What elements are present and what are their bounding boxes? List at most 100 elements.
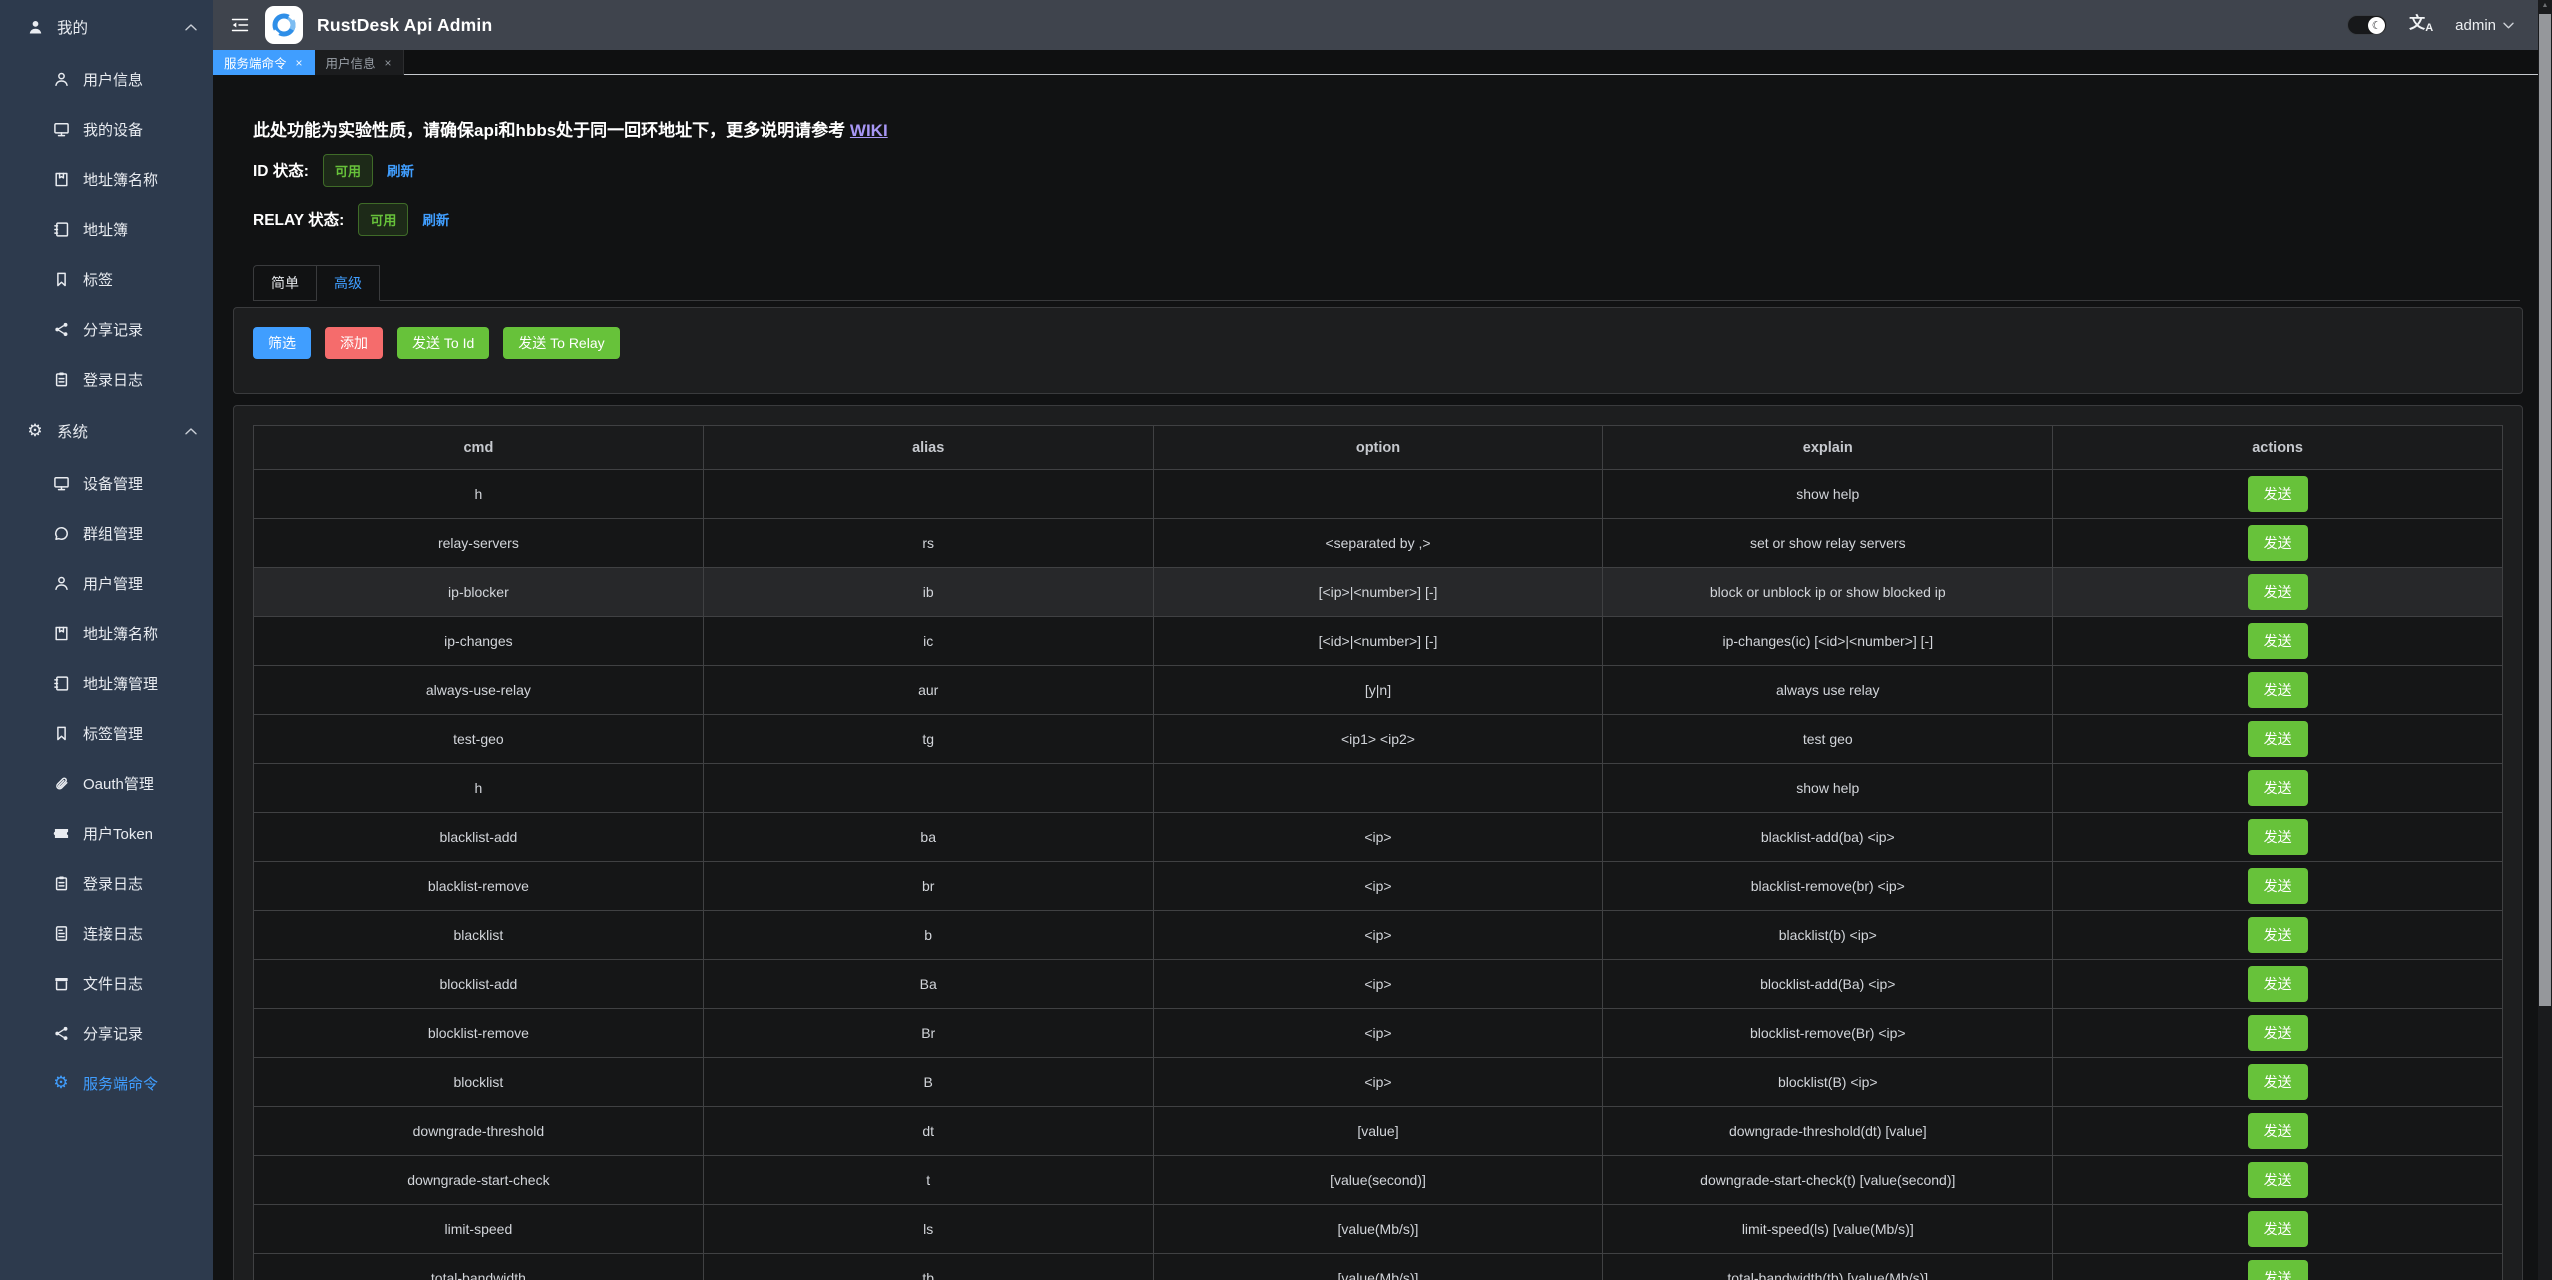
- cell-option: [value(Mb/s)]: [1153, 1254, 1603, 1280]
- sidebar-item[interactable]: 用户Token: [0, 808, 213, 858]
- user-icon: [52, 70, 70, 88]
- send-button[interactable]: 发送: [2248, 476, 2308, 512]
- sidebar-group-header[interactable]: ⚙系统: [0, 404, 213, 458]
- sidebar: 我的用户信息我的设备地址簿名称地址簿标签分享记录登录日志⚙系统设备管理群组管理用…: [0, 0, 213, 1280]
- sidebar-item[interactable]: 地址簿管理: [0, 658, 213, 708]
- column-header: option: [1153, 426, 1603, 470]
- cell-actions: 发送: [2053, 862, 2503, 911]
- sidebar-item-label: 标签: [83, 269, 113, 290]
- send-button[interactable]: 发送: [2248, 574, 2308, 610]
- send-button[interactable]: 发送: [2248, 1260, 2308, 1280]
- send-button[interactable]: 发送: [2248, 1162, 2308, 1198]
- scrollbar-thumb[interactable]: [2539, 14, 2551, 1006]
- sidebar-group-label: 系统: [57, 420, 88, 442]
- send-button[interactable]: 发送: [2248, 917, 2308, 953]
- toolbar-button[interactable]: 发送 To Relay: [503, 327, 619, 359]
- scroll-up-icon[interactable]: ▲: [2538, 2, 2552, 9]
- cell-cmd: h: [254, 764, 704, 813]
- sidebar-item[interactable]: 用户管理: [0, 558, 213, 608]
- chevron-up-icon[interactable]: [185, 18, 197, 36]
- sidebar-item[interactable]: 设备管理: [0, 458, 213, 508]
- notebook-icon: [52, 674, 70, 692]
- send-button[interactable]: 发送: [2248, 868, 2308, 904]
- send-button[interactable]: 发送: [2248, 623, 2308, 659]
- send-button[interactable]: 发送: [2248, 819, 2308, 855]
- id-refresh-link[interactable]: 刷新: [387, 160, 414, 180]
- cell-option: [y|n]: [1153, 666, 1603, 715]
- toolbar-button[interactable]: 添加: [325, 327, 383, 359]
- ticket-icon: [52, 824, 70, 842]
- sidebar-item[interactable]: 连接日志: [0, 908, 213, 958]
- rustdesk-logo: [265, 6, 303, 44]
- sidebar-item[interactable]: 文件日志: [0, 958, 213, 1008]
- send-button[interactable]: 发送: [2248, 1211, 2308, 1247]
- cell-explain: blocklist(B) <ip>: [1603, 1058, 2053, 1107]
- sidebar-item[interactable]: 用户信息: [0, 54, 213, 104]
- send-button[interactable]: 发送: [2248, 1015, 2308, 1051]
- sidebar-item[interactable]: 分享记录: [0, 1008, 213, 1058]
- dark-mode-toggle[interactable]: ☾: [2347, 15, 2387, 35]
- cell-alias: dt: [703, 1107, 1153, 1156]
- sidebar-item[interactable]: 地址簿名称: [0, 154, 213, 204]
- sidebar-item[interactable]: Oauth管理: [0, 758, 213, 808]
- cell-explain: blocklist-remove(Br) <ip>: [1603, 1009, 2053, 1058]
- sidebar-item[interactable]: 地址簿名称: [0, 608, 213, 658]
- user-fill-icon: [26, 18, 44, 36]
- page-scrollbar[interactable]: ▲: [2538, 0, 2552, 1280]
- main-content: 此处功能为实验性质，请确保api和hbbs处于同一回环地址下，更多说明请参考 W…: [213, 76, 2538, 1280]
- cell-actions: 发送: [2053, 813, 2503, 862]
- user-menu[interactable]: admin: [2455, 17, 2514, 34]
- sidebar-item[interactable]: 标签管理: [0, 708, 213, 758]
- mode-tab[interactable]: 高级: [317, 265, 380, 301]
- notice-text: 此处功能为实验性质，请确保api和hbbs处于同一回环地址下，更多说明请参考: [253, 121, 850, 140]
- cell-option: <ip>: [1153, 1009, 1603, 1058]
- send-button[interactable]: 发送: [2248, 721, 2308, 757]
- send-button[interactable]: 发送: [2248, 770, 2308, 806]
- cell-cmd: downgrade-threshold: [254, 1107, 704, 1156]
- sidebar-item[interactable]: ⚙服务端命令: [0, 1058, 213, 1108]
- mode-tab[interactable]: 简单: [253, 265, 317, 301]
- toolbar-button[interactable]: 发送 To Id: [397, 327, 489, 359]
- cell-alias: [703, 470, 1153, 519]
- send-button[interactable]: 发送: [2248, 672, 2308, 708]
- close-icon[interactable]: ×: [385, 56, 392, 70]
- sidebar-item[interactable]: 群组管理: [0, 508, 213, 558]
- cell-cmd: test-geo: [254, 715, 704, 764]
- table-row: blacklist-removebr<ip>blacklist-remove(b…: [254, 862, 2503, 911]
- toolbar-button[interactable]: 筛选: [253, 327, 311, 359]
- sidebar-item[interactable]: 登录日志: [0, 858, 213, 908]
- cell-option: <ip>: [1153, 1058, 1603, 1107]
- cell-cmd: limit-speed: [254, 1205, 704, 1254]
- cell-actions: 发送: [2053, 470, 2503, 519]
- cell-actions: 发送: [2053, 764, 2503, 813]
- sidebar-item[interactable]: 分享记录: [0, 304, 213, 354]
- table-row: blacklistb<ip>blacklist(b) <ip>发送: [254, 911, 2503, 960]
- send-button[interactable]: 发送: [2248, 1113, 2308, 1149]
- cell-option: [<id>|<number>] [-]: [1153, 617, 1603, 666]
- sidebar-item[interactable]: 地址簿: [0, 204, 213, 254]
- sidebar-item-label: 分享记录: [83, 319, 143, 340]
- cell-alias: [703, 764, 1153, 813]
- language-icon[interactable]: 文A: [2409, 16, 2433, 34]
- table-row: blocklist-addBa<ip>blocklist-add(Ba) <ip…: [254, 960, 2503, 1009]
- sidebar-group-header[interactable]: 我的: [0, 0, 213, 54]
- sidebar-item-label: 文件日志: [83, 973, 143, 994]
- column-header: explain: [1603, 426, 2053, 470]
- cell-option: [1153, 470, 1603, 519]
- chevron-up-icon[interactable]: [185, 422, 197, 440]
- cell-actions: 发送: [2053, 568, 2503, 617]
- cell-option: <ip>: [1153, 911, 1603, 960]
- sidebar-item[interactable]: 登录日志: [0, 354, 213, 404]
- window-tab[interactable]: 服务端命令×: [213, 50, 315, 75]
- send-button[interactable]: 发送: [2248, 966, 2308, 1002]
- cell-actions: 发送: [2053, 715, 2503, 764]
- window-tab[interactable]: 用户信息×: [315, 50, 404, 75]
- close-icon[interactable]: ×: [296, 56, 303, 70]
- send-button[interactable]: 发送: [2248, 1064, 2308, 1100]
- wiki-link[interactable]: WIKI: [850, 121, 888, 140]
- sidebar-item[interactable]: 我的设备: [0, 104, 213, 154]
- sidebar-collapse-icon[interactable]: [225, 10, 255, 40]
- send-button[interactable]: 发送: [2248, 525, 2308, 561]
- sidebar-item[interactable]: 标签: [0, 254, 213, 304]
- relay-refresh-link[interactable]: 刷新: [422, 209, 449, 229]
